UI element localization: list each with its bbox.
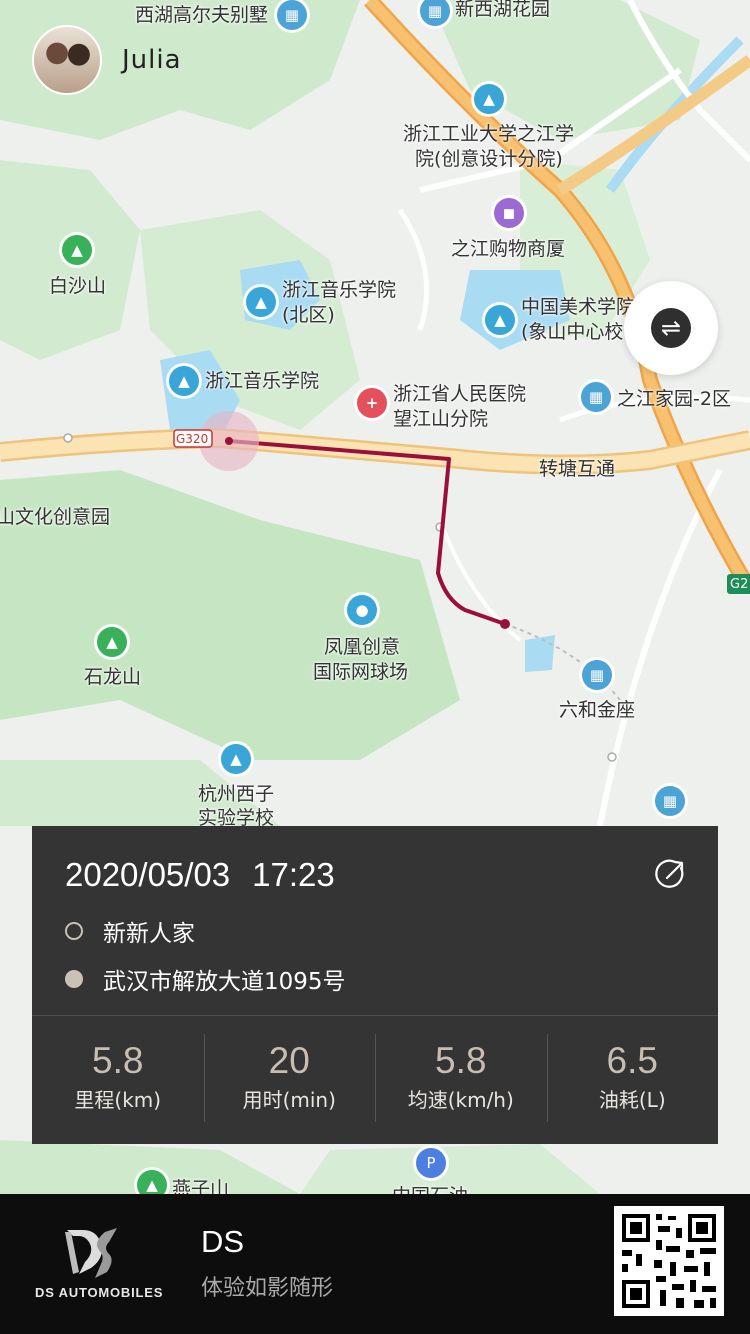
poi-tennis-line2[interactable]: 国际网球场 <box>313 660 408 685</box>
poi-zhijiang-home[interactable]: 之江家园-2区 <box>617 387 731 412</box>
road-g25-label: G2 <box>730 577 749 592</box>
start-location: 新新人家 <box>65 914 195 948</box>
building-icon[interactable]: ▦ <box>581 382 611 412</box>
footer-banner: DS AUTOMOBILES DS 体验如影随形 <box>0 1194 750 1334</box>
brand-name: DS AUTOMOBILES <box>35 1285 164 1300</box>
school-icon[interactable]: ▲ <box>474 84 504 114</box>
stat-value: 20 <box>268 1040 310 1081</box>
avatar[interactable] <box>32 25 102 95</box>
stat-label: 油耗(L) <box>598 1088 666 1112</box>
poi-zhuantang[interactable]: 转塘互通 <box>539 457 615 482</box>
footer-subtitle: 体验如影随形 <box>201 1276 334 1301</box>
shopping-icon[interactable]: ◼ <box>494 198 524 228</box>
poi-hospital-line2[interactable]: 望江山分院 <box>393 407 488 432</box>
school-icon[interactable]: ▲ <box>485 305 515 335</box>
stat-label: 里程(km) <box>74 1088 162 1112</box>
stat-distance: 5.8 里程(km) <box>32 1016 204 1144</box>
poi-liuhe[interactable]: 六和金座 <box>559 698 635 723</box>
stat-avg-speed: 5.8 均速(km/h) <box>375 1016 547 1144</box>
hospital-icon[interactable]: + <box>357 388 387 418</box>
tennis-icon[interactable]: ● <box>347 595 377 625</box>
poi-music-north-line1[interactable]: 浙江音乐学院 <box>282 278 396 303</box>
stat-fuel: 6.5 油耗(L) <box>546 1016 719 1144</box>
trip-date: 2020/05/03 <box>65 856 231 893</box>
school-icon[interactable]: ▲ <box>246 287 276 317</box>
trip-card: 2020/05/03 17:23 新新人家 武汉市解放大道1095号 5.8 里程… <box>32 826 718 1144</box>
road-g320-label: G320 <box>176 432 209 446</box>
end-location-text: 武汉市解放大道1095号 <box>103 969 346 995</box>
petrol-icon[interactable]: P <box>416 1148 446 1178</box>
poi-hospital-line1[interactable]: 浙江省人民医院 <box>393 382 526 407</box>
poi-zjut-line2[interactable]: 院(创意设计分院) <box>415 147 563 172</box>
start-dot-icon <box>65 922 83 940</box>
stat-label: 用时(min) <box>242 1088 336 1112</box>
qr-code[interactable] <box>614 1206 724 1316</box>
start-marker <box>225 437 233 445</box>
poi-culture-park[interactable]: 山文化创意园 <box>0 505 110 530</box>
poi-tennis-line1[interactable]: 凤凰创意 <box>324 635 400 660</box>
poi-academy-line1[interactable]: 中国美术学院 <box>521 295 635 320</box>
start-location-text: 新新人家 <box>103 921 195 947</box>
end-marker <box>500 619 510 629</box>
stat-value: 5.8 <box>435 1040 487 1081</box>
ds-logo-icon <box>65 1228 117 1278</box>
poi-xinxihu[interactable]: 新西湖花园 <box>455 0 550 22</box>
poi-zjut-line1[interactable]: 浙江工业大学之江学 <box>403 122 574 147</box>
building-icon[interactable]: ▦ <box>582 660 612 690</box>
end-location: 武汉市解放大道1095号 <box>65 962 346 996</box>
trip-time: 17:23 <box>252 856 335 893</box>
stat-label: 均速(km/h) <box>407 1088 514 1112</box>
user-name: Julia <box>122 45 182 75</box>
end-dot-icon <box>65 970 83 988</box>
poi-music-north-line2[interactable]: (北区) <box>282 303 335 328</box>
poi-music[interactable]: 浙江音乐学院 <box>205 369 319 394</box>
poi-mall[interactable]: 之江购物商厦 <box>451 237 565 262</box>
stat-duration: 20 用时(min) <box>203 1016 376 1144</box>
building-icon[interactable]: ▦ <box>655 786 685 816</box>
switch-icon: ⇌ <box>651 308 691 348</box>
trip-stats: 5.8 里程(km) 20 用时(min) 5.8 均速(km/h) 6.5 油… <box>32 1016 718 1144</box>
poi-shilongshan[interactable]: 石龙山 <box>84 665 141 690</box>
mountain-icon[interactable]: ▲ <box>97 627 127 657</box>
poi-baishashan[interactable]: 白沙山 <box>49 274 106 299</box>
user-profile[interactable]: Julia <box>32 25 182 95</box>
switch-button[interactable]: ⇌ <box>624 281 718 375</box>
stat-value: 6.5 <box>606 1040 658 1081</box>
poi-school-line1[interactable]: 杭州西子 <box>198 782 274 807</box>
footer-title: DS <box>201 1224 245 1259</box>
poi-academy-line2[interactable]: (象山中心校 <box>521 320 623 345</box>
school-icon[interactable]: ▲ <box>169 366 199 396</box>
school-icon[interactable]: ▲ <box>221 744 251 774</box>
trip-datetime: 2020/05/03 17:23 <box>65 856 335 894</box>
mountain-icon[interactable]: ▲ <box>62 235 92 265</box>
stat-value: 5.8 <box>92 1040 144 1081</box>
building-icon[interactable]: ▦ <box>277 0 307 30</box>
share-icon[interactable] <box>654 857 688 891</box>
